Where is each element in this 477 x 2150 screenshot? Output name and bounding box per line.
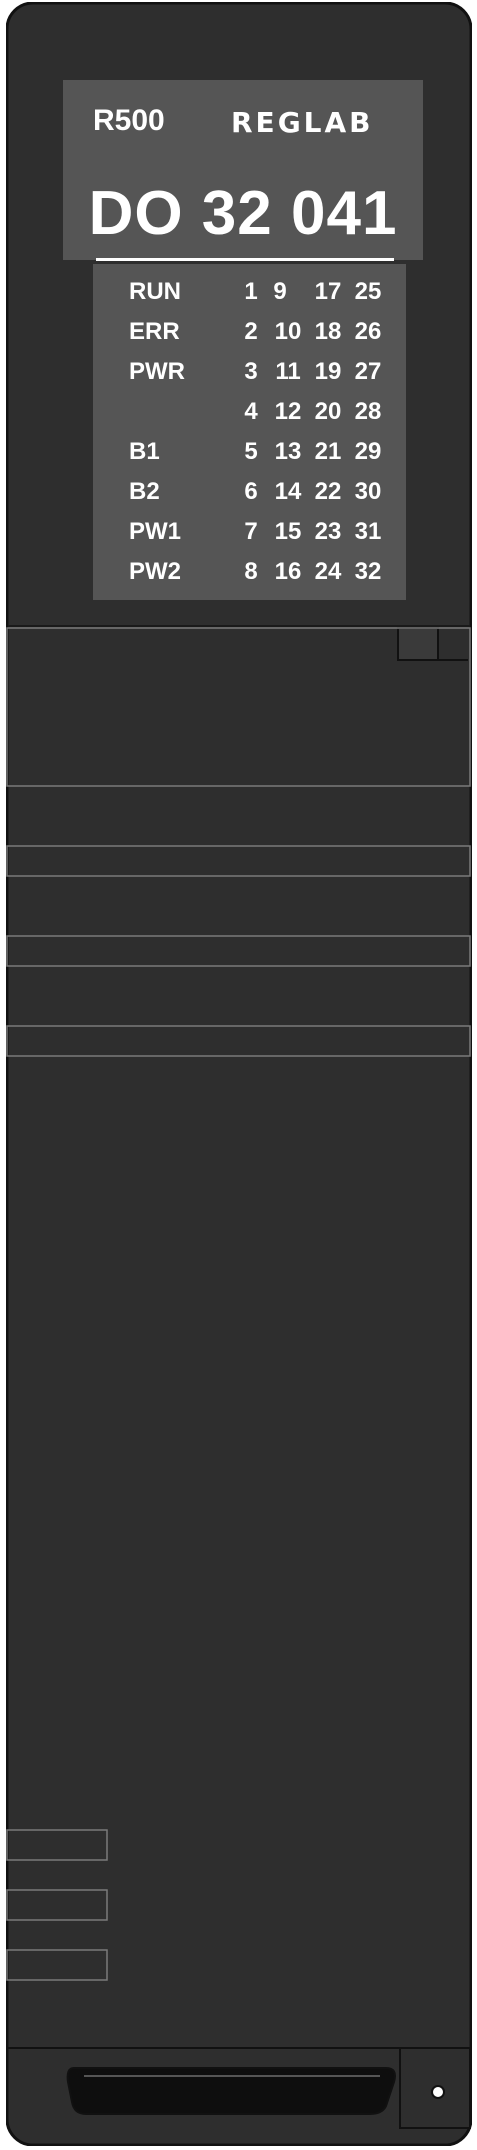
led-channel: 19: [314, 358, 342, 385]
led-channel: 7: [244, 518, 258, 545]
led-label: PW2: [129, 558, 182, 585]
led-channel: 9: [273, 278, 287, 305]
led-channel: 16: [274, 558, 302, 585]
led-channel: 14: [274, 478, 302, 505]
led-row: PW1 7 15 23 31: [93, 510, 406, 550]
label-rule: [96, 258, 394, 261]
led-channel: 31: [354, 518, 382, 545]
led-channel: 26: [354, 318, 382, 345]
module-code: DO 32 041: [88, 179, 398, 248]
led-row: PW2 8 16 24 32: [93, 550, 406, 590]
led-channel: 20: [314, 398, 342, 425]
io-module: R500 REGLAB DO 32 041 RUN 1 9 17 25 ERR …: [6, 2, 472, 2146]
led-row: 4 12 20 28: [93, 390, 406, 430]
brand-logo: REGLAB: [231, 106, 374, 139]
led-channel: 23: [314, 518, 342, 545]
led-channel: 8: [244, 558, 258, 585]
led-row: RUN 1 9 17 25: [93, 270, 406, 310]
led-channel: 21: [314, 438, 342, 465]
led-row: ERR 2 10 18 26: [93, 310, 406, 350]
led-channel: 15: [274, 518, 302, 545]
led-channel: 27: [354, 358, 382, 385]
led-channel: 32: [354, 558, 382, 585]
led-channel: 3: [244, 358, 258, 385]
led-indicator-table: RUN 1 9 17 25 ERR 2 10 18 26 PWR 3 11 19…: [93, 264, 406, 600]
model-text: R500: [93, 104, 165, 137]
pull-handle[interactable]: [66, 2067, 396, 2115]
led-row: B2 6 14 22 30: [93, 470, 406, 510]
led-row: B1 5 13 21 29: [93, 430, 406, 470]
led-label: ERR: [129, 318, 180, 345]
led-channel: 24: [314, 558, 342, 585]
led-channel: 18: [314, 318, 342, 345]
led-channel: 5: [244, 438, 258, 465]
led-channel: 2: [244, 318, 258, 345]
led-channel: 30: [354, 478, 382, 505]
led-channel: 12: [274, 398, 302, 425]
led-channel: 22: [314, 478, 342, 505]
led-label: PWR: [129, 358, 185, 385]
cover-latch[interactable]: [397, 627, 439, 661]
led-channel: 6: [244, 478, 258, 505]
led-label: PW1: [129, 518, 182, 545]
led-channel: 13: [274, 438, 302, 465]
led-channel: 29: [354, 438, 382, 465]
led-channel: 17: [314, 278, 342, 305]
led-channel: 25: [354, 278, 382, 305]
led-label: B1: [129, 438, 160, 465]
led-channel: 28: [354, 398, 382, 425]
led-label: RUN: [129, 278, 181, 305]
led-channel: 10: [274, 318, 302, 345]
front-label-panel: R500 REGLAB DO 32 041: [63, 80, 423, 260]
led-channel: 11: [275, 358, 301, 385]
led-label: B2: [129, 478, 160, 505]
screw-hole-icon: [431, 2085, 445, 2099]
led-row: PWR 3 11 19 27: [93, 350, 406, 390]
led-channel: 4: [244, 398, 258, 425]
